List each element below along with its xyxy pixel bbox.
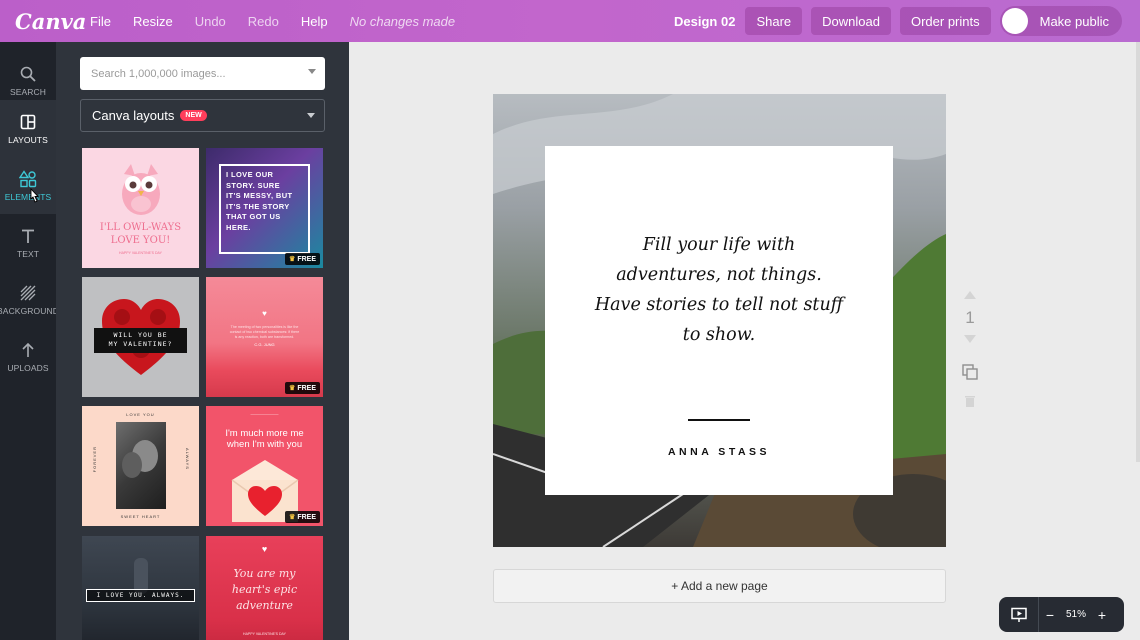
tile-text: The meeting of two personalities is like… bbox=[229, 325, 300, 339]
divider-line[interactable] bbox=[688, 419, 750, 421]
rail-item-elements[interactable]: ELEMENTS bbox=[0, 157, 56, 214]
couple-photo bbox=[116, 422, 166, 509]
canva-logo[interactable]: Canva bbox=[15, 9, 86, 34]
move-down-icon[interactable] bbox=[963, 334, 977, 344]
order-prints-button[interactable]: Order prints bbox=[899, 7, 991, 35]
free-badge: ♛ FREE bbox=[285, 253, 320, 265]
rail-label: UPLOADS bbox=[7, 363, 49, 373]
toggle-knob bbox=[1001, 8, 1028, 34]
mouse-cursor-icon bbox=[30, 188, 40, 203]
layout-thumbnail-couple[interactable]: LOVE YOU FOREVER ALWAYS SWEET HEART bbox=[82, 406, 199, 526]
tile-text: WILL YOU BE MY VALENTINE? bbox=[94, 328, 187, 353]
chevron-down-icon bbox=[307, 113, 315, 118]
quote-text[interactable]: Fill your life with adventures, not thin… bbox=[565, 230, 873, 350]
page-number: 1 bbox=[965, 308, 975, 327]
tile-text: I'm much more me when I'm with you bbox=[225, 428, 304, 450]
owl-illustration-icon bbox=[122, 164, 160, 215]
menu-help[interactable]: Help bbox=[301, 14, 328, 29]
tile-header-line: ——————— bbox=[250, 411, 279, 416]
search-placeholder: Search 1,000,000 images... bbox=[91, 67, 226, 80]
tile-text: I LOVE YOU. ALWAYS. bbox=[86, 589, 195, 602]
crown-icon: ♛ bbox=[289, 514, 296, 521]
present-button[interactable] bbox=[999, 597, 1039, 632]
text-icon bbox=[18, 226, 38, 246]
background-icon bbox=[18, 283, 38, 303]
tile-text: I'LL OWL-WAYS LOVE YOU! bbox=[99, 222, 182, 246]
tile-text: ALWAYS bbox=[185, 448, 190, 470]
menu-redo[interactable]: Redo bbox=[248, 14, 279, 29]
layout-thumbnail-owl[interactable]: I'LL OWL-WAYS LOVE YOU! HAPPY VALENTINE'S… bbox=[82, 148, 199, 268]
zoom-in-button[interactable]: + bbox=[1091, 607, 1113, 623]
quote-card[interactable]: Fill your life with adventures, not thin… bbox=[545, 146, 893, 495]
left-rail: SEARCH LAYOUTS ELEMENTS TEXT BACKGROUND … bbox=[0, 42, 59, 640]
toolbar-actions: Design 02 Share Download Order prints Ma… bbox=[674, 0, 1122, 42]
layout-thumbnail-envelope[interactable]: ——————— I'm much more me when I'm with yo… bbox=[206, 406, 323, 526]
heart-icon: ♥ bbox=[261, 544, 268, 554]
make-public-label: Make public bbox=[1039, 13, 1109, 29]
menu-undo[interactable]: Undo bbox=[195, 14, 226, 29]
tile-footer: HAPPY VALENTINE'S DAY bbox=[119, 251, 162, 255]
rail-label: SEARCH bbox=[9, 87, 47, 97]
rail-item-background[interactable]: BACKGROUND bbox=[0, 271, 59, 328]
tile-text: I LOVE OUR STORY. SURE IT'S MESSY, BUT IT'… bbox=[226, 170, 293, 232]
add-new-page-button[interactable]: + Add a new page bbox=[493, 569, 946, 603]
layouts-panel: Search 1,000,000 images... Canva layouts… bbox=[56, 42, 349, 640]
main-menu: File Resize Undo Redo Help No changes ma… bbox=[90, 14, 477, 29]
new-badge: NEW bbox=[180, 110, 207, 121]
free-badge: ♛ FREE bbox=[285, 511, 320, 523]
image-search-input[interactable]: Search 1,000,000 images... bbox=[80, 57, 325, 90]
rail-item-layouts[interactable]: LAYOUTS bbox=[0, 100, 56, 157]
zoom-level[interactable]: 51% bbox=[1061, 609, 1091, 620]
download-button[interactable]: Download bbox=[811, 7, 891, 35]
layout-thumbnail-heart[interactable]: WILL YOU BE MY VALENTINE? bbox=[82, 277, 199, 397]
vertical-scrollbar[interactable] bbox=[1136, 42, 1140, 462]
chevron-down-icon[interactable] bbox=[308, 69, 316, 74]
layout-thumbnail-story[interactable]: I LOVE OUR STORY. SURE IT'S MESSY, BUT IT'… bbox=[206, 148, 323, 268]
delete-page-icon[interactable] bbox=[964, 394, 976, 408]
menu-file[interactable]: File bbox=[90, 14, 111, 29]
move-up-icon[interactable] bbox=[963, 290, 977, 300]
tile-text: You are my heart's epic adventure bbox=[231, 567, 298, 612]
zoom-control: − 51% + bbox=[999, 597, 1124, 632]
page-side-tools: 1 bbox=[958, 290, 982, 408]
crown-icon: ♛ bbox=[289, 385, 296, 392]
uploads-icon bbox=[18, 340, 38, 360]
design-page[interactable]: Fill your life with adventures, not thin… bbox=[493, 94, 946, 547]
menu-resize[interactable]: Resize bbox=[133, 14, 173, 29]
layout-thumbnail-quote[interactable]: ♥ The meeting of two personalities is li… bbox=[206, 277, 323, 397]
free-badge: ♛ FREE bbox=[285, 382, 320, 394]
tile-text: FOREVER bbox=[92, 446, 97, 473]
crown-icon: ♛ bbox=[289, 256, 296, 263]
layout-thumbnail-night[interactable]: I LOVE YOU. ALWAYS. bbox=[82, 536, 199, 640]
make-public-toggle[interactable]: Make public bbox=[999, 6, 1122, 36]
tile-text: SWEET HEART bbox=[120, 514, 161, 519]
heart-icon: ♥ bbox=[262, 309, 267, 318]
present-icon bbox=[1010, 607, 1027, 622]
tile-text: LOVE YOU bbox=[126, 412, 155, 417]
design-name[interactable]: Design 02 bbox=[674, 14, 735, 29]
share-button[interactable]: Share bbox=[745, 7, 803, 35]
copy-page-icon[interactable] bbox=[962, 364, 978, 380]
rail-label: BACKGROUND bbox=[0, 306, 59, 316]
rail-label: LAYOUTS bbox=[8, 135, 48, 145]
top-bar: Canva File Resize Undo Redo Help No chan… bbox=[0, 0, 1140, 42]
layouts-icon bbox=[18, 112, 38, 132]
zoom-out-button[interactable]: − bbox=[1039, 607, 1061, 623]
tile-footer: HAPPY VALENTINE'S DAY bbox=[243, 632, 286, 636]
rail-label: TEXT bbox=[16, 249, 40, 259]
layout-category-select[interactable]: Canva layouts NEW bbox=[80, 99, 325, 132]
layout-thumbnail-adventure[interactable]: ♥ You are my heart's epic adventure HAPPY … bbox=[206, 536, 323, 640]
save-status: No changes made bbox=[349, 13, 456, 29]
rail-item-uploads[interactable]: UPLOADS bbox=[0, 328, 56, 385]
tile-footer: C.G. JUNG bbox=[254, 342, 275, 347]
rail-item-text[interactable]: TEXT bbox=[0, 214, 56, 271]
layout-select-label: Canva layouts bbox=[92, 108, 175, 123]
elements-icon bbox=[18, 169, 38, 189]
author-name[interactable]: ANNA STASS bbox=[545, 446, 893, 458]
search-icon bbox=[18, 64, 38, 84]
